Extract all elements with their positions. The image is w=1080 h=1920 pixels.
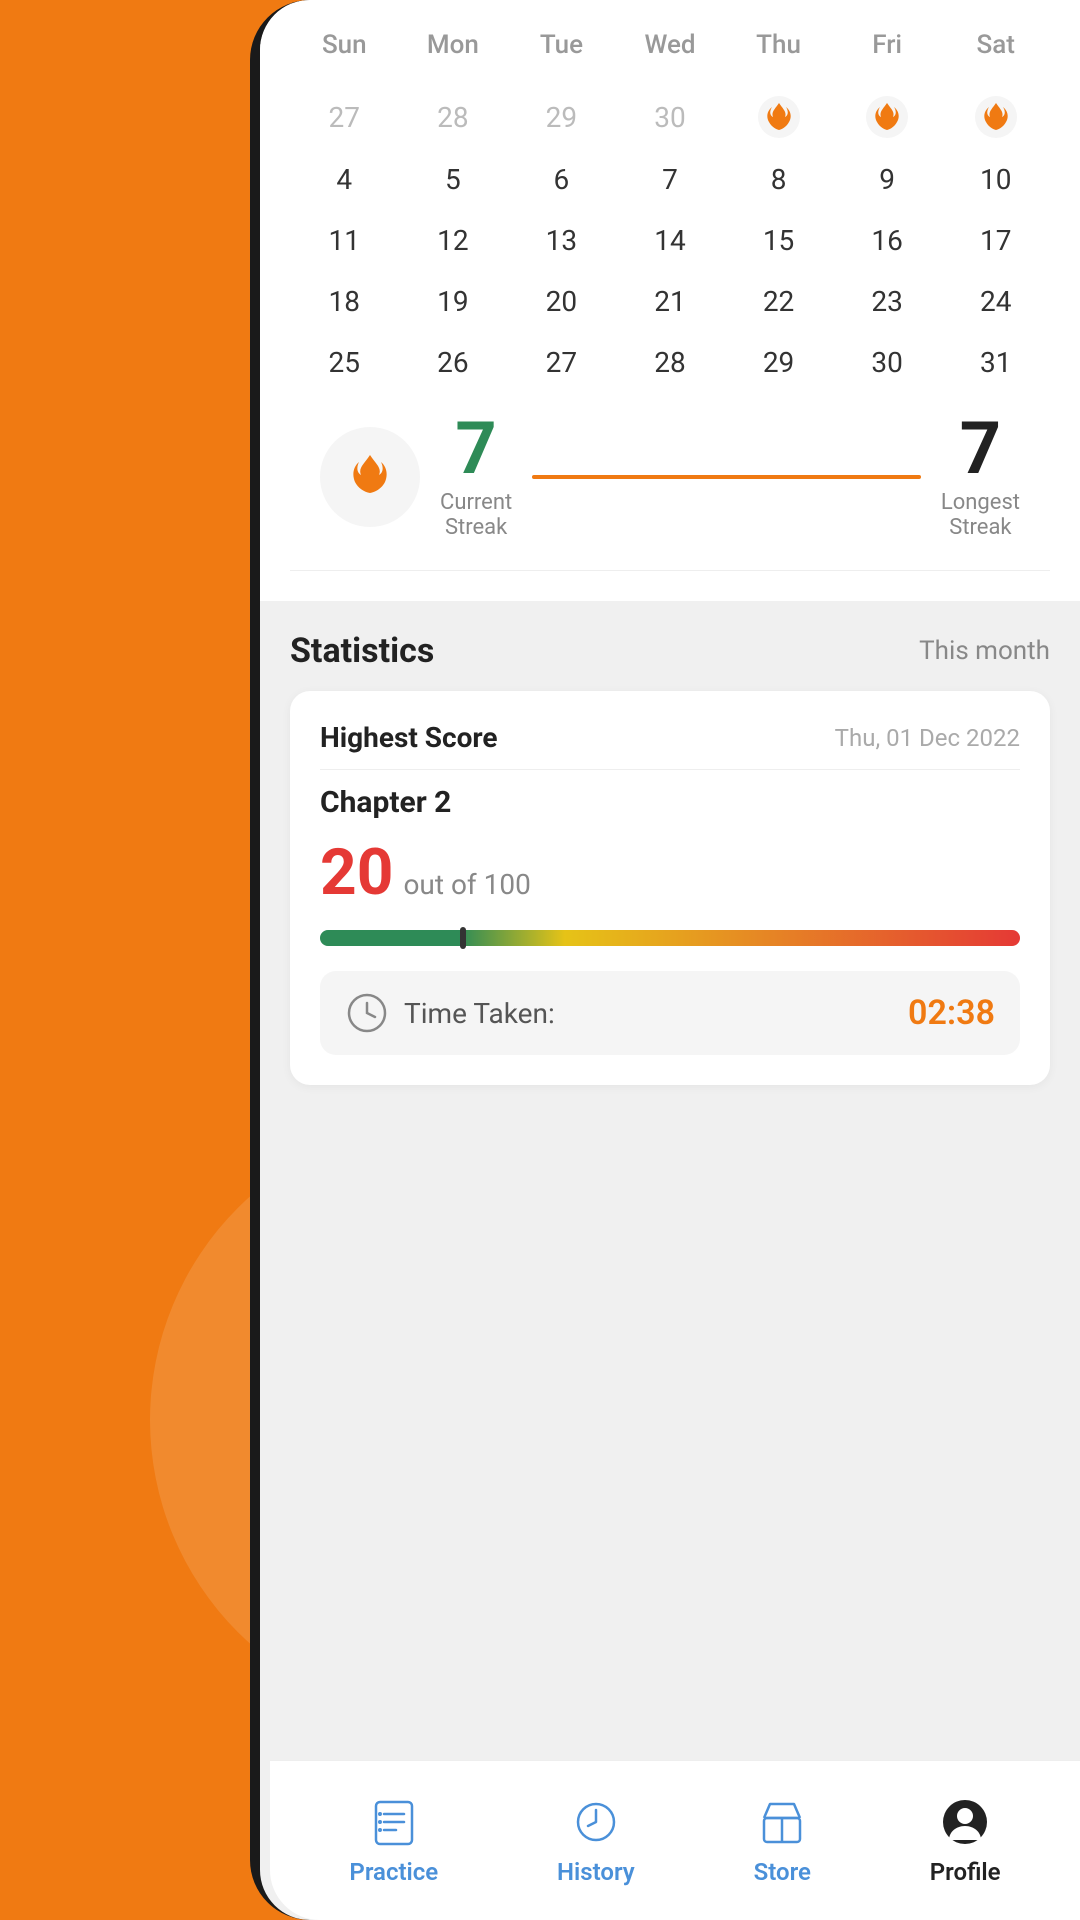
time-taken-row: Time Taken: 02:38	[320, 971, 1020, 1055]
nav-item-history[interactable]: History	[557, 1796, 635, 1886]
day-header-wed: Wed	[616, 20, 725, 70]
day-header-tue: Tue	[507, 20, 616, 70]
chapter-label: Chapter 2	[320, 785, 1020, 820]
current-streak-value: 7	[440, 413, 512, 485]
cal-14: 14	[616, 210, 725, 271]
cal-23: 23	[833, 271, 942, 332]
store-label: Store	[754, 1858, 811, 1886]
cal-8: 8	[724, 149, 833, 210]
day-header-fri: Fri	[833, 20, 942, 70]
cal-31: 31	[941, 332, 1050, 393]
time-label-group: Time Taken:	[345, 991, 555, 1035]
history-icon	[570, 1796, 622, 1848]
cal-16: 16	[833, 210, 942, 271]
cal-cell-29-gray: 29	[507, 85, 616, 149]
score-value: 20	[320, 835, 393, 910]
score-out-of: out of 100	[403, 868, 530, 901]
cal-29: 29	[724, 332, 833, 393]
streak-connector: 7 CurrentStreak 7 LongestStreak	[440, 413, 1020, 540]
profile-icon	[939, 1796, 991, 1848]
cal-12: 12	[399, 210, 508, 271]
cal-15: 15	[724, 210, 833, 271]
day-header-mon: Mon	[399, 20, 508, 70]
progress-indicator	[460, 927, 466, 949]
phone-screen: Sun Mon Tue Wed Thu Fri Sat 27 28 29 30	[260, 0, 1080, 1920]
cal-20: 20	[507, 271, 616, 332]
statistics-period: This month	[919, 636, 1050, 666]
cal-19: 19	[399, 271, 508, 332]
score-date: Thu, 01 Dec 2022	[835, 724, 1020, 752]
streak-flame-icon	[320, 427, 420, 527]
cal-27: 27	[507, 332, 616, 393]
nav-item-profile[interactable]: Profile	[930, 1796, 1001, 1886]
calendar-row-2: 4 5 6 7 8 9 10	[290, 149, 1050, 210]
cal-28: 28	[616, 332, 725, 393]
time-value: 02:38	[908, 993, 995, 1033]
time-taken-label: Time Taken:	[404, 997, 555, 1030]
cal-25: 25	[290, 332, 399, 393]
phone-body: Sun Mon Tue Wed Thu Fri Sat 27 28 29 30	[250, 0, 1080, 1920]
card-divider	[320, 769, 1020, 770]
streak-section: 7 CurrentStreak 7 LongestStreak	[290, 393, 1050, 571]
nav-item-practice[interactable]: Practice	[349, 1796, 438, 1886]
cal-22: 22	[724, 271, 833, 332]
cal-9: 9	[833, 149, 942, 210]
stats-header: Statistics This month	[290, 631, 1050, 671]
clock-icon	[345, 991, 389, 1035]
current-streak-label: CurrentStreak	[440, 490, 512, 540]
streak-divider-line	[532, 475, 921, 479]
cal-21: 21	[616, 271, 725, 332]
cal-10: 10	[941, 149, 1050, 210]
cal-cell-30-gray: 30	[616, 85, 725, 149]
calendar-section: Sun Mon Tue Wed Thu Fri Sat 27 28 29 30	[260, 0, 1080, 601]
cal-cell-27-gray: 27	[290, 85, 399, 149]
day-header-sat: Sat	[941, 20, 1050, 70]
score-row: 20 out of 100	[320, 835, 1020, 910]
nav-item-store[interactable]: Store	[754, 1796, 811, 1886]
cal-fire-thu	[724, 85, 833, 149]
cal-18: 18	[290, 271, 399, 332]
cal-5: 5	[399, 149, 508, 210]
phone-frame: Sun Mon Tue Wed Thu Fri Sat 27 28 29 30	[250, 0, 1080, 1920]
history-label: History	[557, 1858, 635, 1886]
day-header-thu: Thu	[724, 20, 833, 70]
statistics-section: Statistics This month Highest Score Thu,…	[260, 601, 1080, 1105]
longest-streak-value: 7	[941, 413, 1020, 485]
store-icon	[756, 1796, 808, 1848]
current-streak-item: 7 CurrentStreak	[440, 413, 512, 540]
cal-7: 7	[616, 149, 725, 210]
progress-bar-fill	[320, 930, 1020, 946]
cal-fire-sat	[941, 85, 1050, 149]
cal-6: 6	[507, 149, 616, 210]
cal-11: 11	[290, 210, 399, 271]
cal-fire-fri	[833, 85, 942, 149]
practice-label: Practice	[349, 1858, 438, 1886]
highest-score-label: Highest Score	[320, 721, 498, 754]
cal-13: 13	[507, 210, 616, 271]
calendar-row-5: 25 26 27 28 29 30 31	[290, 332, 1050, 393]
longest-streak-item: 7 LongestStreak	[941, 413, 1020, 540]
cal-4: 4	[290, 149, 399, 210]
cal-26: 26	[399, 332, 508, 393]
statistics-title: Statistics	[290, 631, 434, 671]
cal-30: 30	[833, 332, 942, 393]
calendar-row-1: 27 28 29 30	[290, 85, 1050, 149]
score-progress-bar	[320, 930, 1020, 946]
calendar-row-4: 18 19 20 21 22 23 24	[290, 271, 1050, 332]
cal-24: 24	[941, 271, 1050, 332]
bottom-navigation: Practice History	[270, 1760, 1080, 1920]
statistics-card: Highest Score Thu, 01 Dec 2022 Chapter 2…	[290, 691, 1050, 1085]
cal-cell-28-gray: 28	[399, 85, 508, 149]
calendar-row-3: 11 12 13 14 15 16 17	[290, 210, 1050, 271]
calendar-header: Sun Mon Tue Wed Thu Fri Sat	[290, 20, 1050, 70]
profile-label: Profile	[930, 1858, 1001, 1886]
longest-streak-label: LongestStreak	[941, 490, 1020, 540]
day-header-sun: Sun	[290, 20, 399, 70]
stats-card-header: Highest Score Thu, 01 Dec 2022	[320, 721, 1020, 754]
practice-icon	[368, 1796, 420, 1848]
cal-17: 17	[941, 210, 1050, 271]
